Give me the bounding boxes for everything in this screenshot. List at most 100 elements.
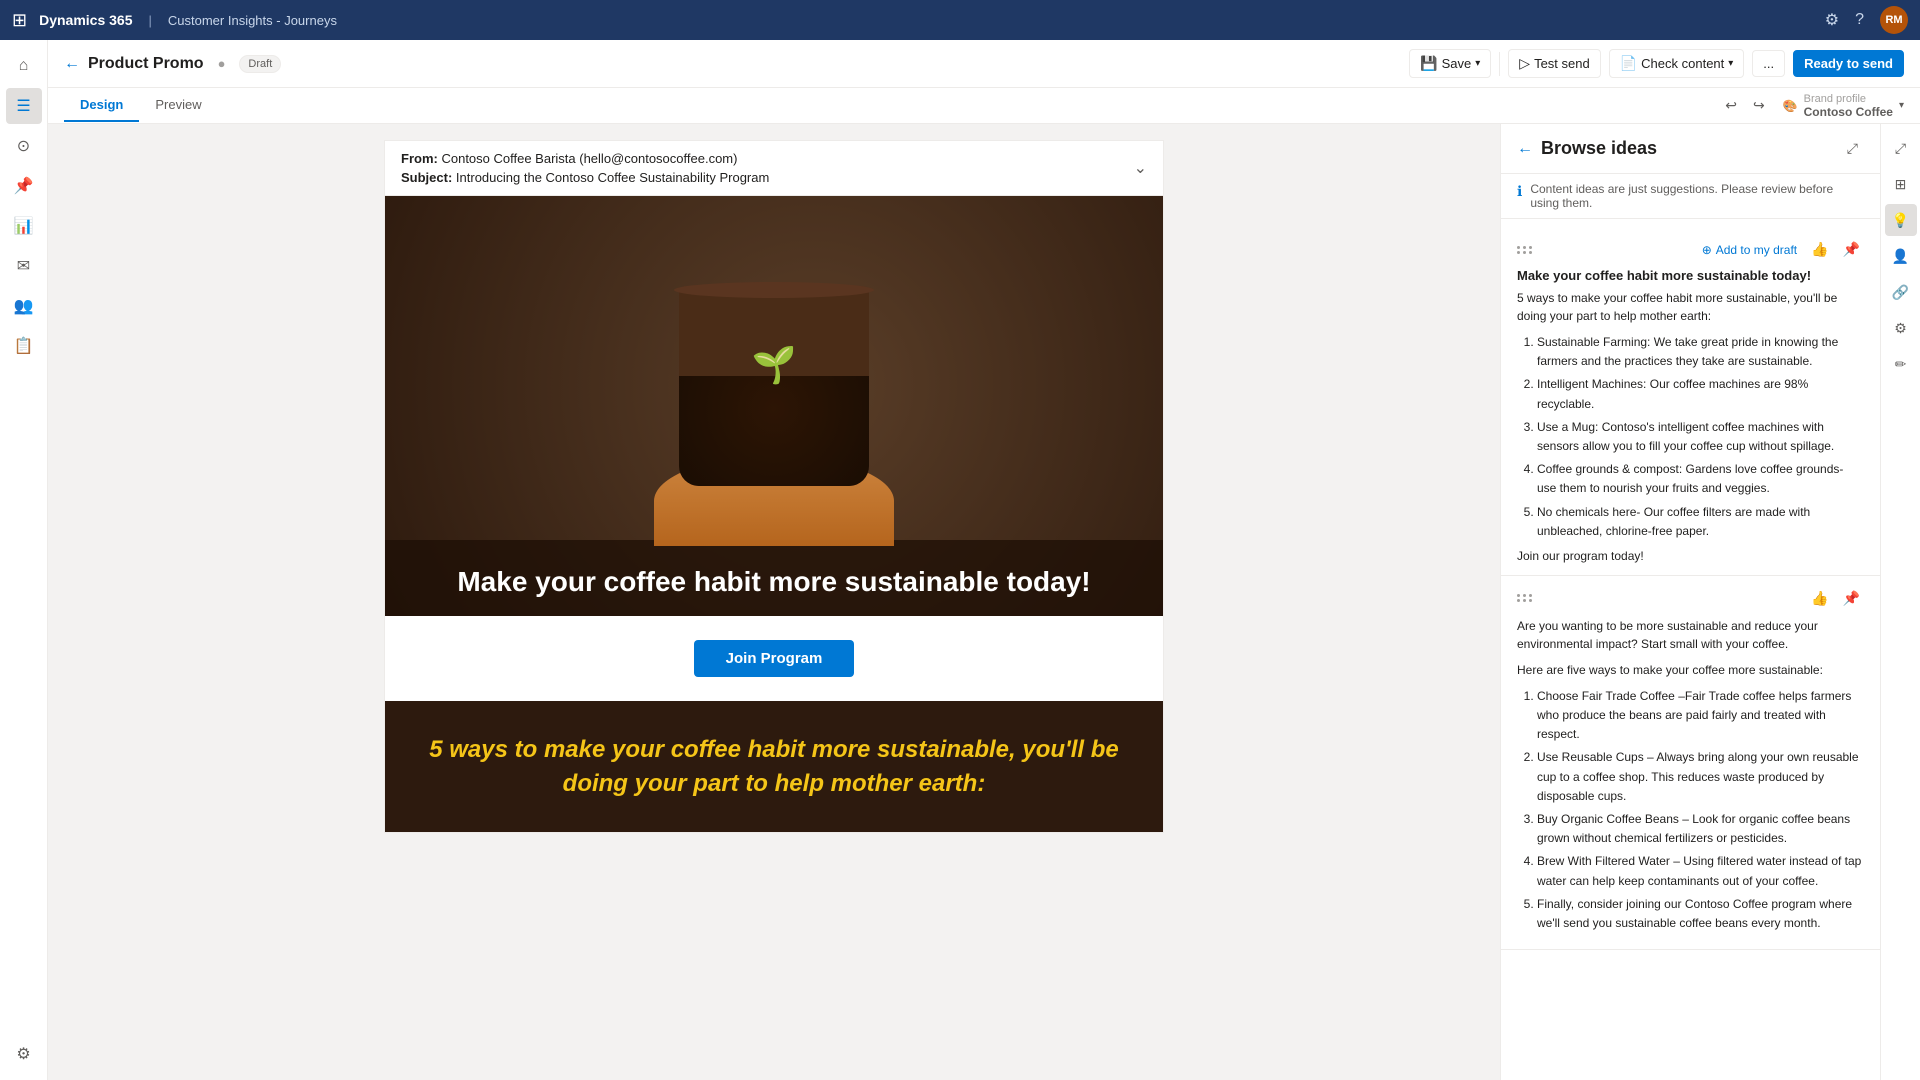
from-field: From: Contoso Coffee Barista (hello@cont…	[401, 151, 769, 166]
tab-preview[interactable]: Preview	[139, 89, 217, 122]
list-item: Buy Organic Coffee Beans – Look for orga…	[1537, 810, 1864, 848]
idea-card-2-subheading: Here are five ways to make your coffee m…	[1517, 661, 1864, 679]
brand-profile[interactable]: 🎨 Brand profile Contoso Coffee ▾	[1783, 93, 1904, 119]
subject-field: Subject: Introducing the Contoso Coffee …	[401, 170, 769, 185]
nav-pin-icon[interactable]: 📌	[6, 168, 42, 204]
sub-toolbar: Design Preview ↩ ↪ 🎨 Brand profile Conto…	[48, 88, 1920, 124]
redo-button[interactable]: ↪	[1747, 93, 1771, 118]
right-panel-ideas-icon[interactable]: 💡	[1885, 204, 1917, 236]
collapse-icon[interactable]: ⌄	[1134, 158, 1147, 178]
secondary-toolbar: ← Product Promo ● Draft 💾 Save ▾ ▷ Test …	[48, 40, 1920, 88]
brand-profile-chevron-icon: ▾	[1899, 100, 1904, 111]
idea-card-2-list: Choose Fair Trade Coffee –Fair Trade cof…	[1517, 687, 1864, 933]
nav-settings-icon[interactable]: ⚙	[6, 1036, 42, 1072]
undo-redo: ↩ ↪	[1719, 93, 1770, 118]
nav-tasks-icon[interactable]: 📋	[6, 328, 42, 364]
dark-section-text: 5 ways to make your coffee habit more su…	[425, 733, 1123, 800]
idea-card-1-list: Sustainable Farming: We take great pride…	[1517, 333, 1864, 541]
test-send-button[interactable]: ▷ Test send	[1508, 49, 1600, 78]
right-panel-settings-icon[interactable]: ⚙	[1885, 312, 1917, 344]
save-icon: 💾	[1420, 55, 1437, 72]
add-to-draft-button-1[interactable]: ⊕ Add to my draft	[1698, 241, 1801, 259]
idea-card-1-outro: Join our program today!	[1517, 549, 1864, 563]
nav-home-icon[interactable]: ⌂	[6, 48, 42, 84]
cup-rim	[674, 282, 874, 298]
email-header: From: Contoso Coffee Barista (hello@cont…	[384, 140, 1164, 195]
nav-analytics-icon[interactable]: 📊	[6, 208, 42, 244]
hero-overlay: Make your coffee habit more sustainable …	[385, 540, 1163, 616]
list-item: Brew With Filtered Water – Using filtere…	[1537, 852, 1864, 890]
content-area: ← Product Promo ● Draft 💾 Save ▾ ▷ Test …	[48, 40, 1920, 1080]
ready-to-send-button[interactable]: Ready to send	[1793, 50, 1904, 77]
coffee-illustration: 🌱	[634, 266, 914, 546]
drag-handle-2[interactable]	[1517, 594, 1533, 602]
back-button[interactable]: ←	[64, 55, 80, 73]
check-content-button[interactable]: 📄 Check content ▾	[1609, 49, 1745, 78]
soil-fill	[679, 376, 869, 486]
settings-icon[interactable]: ⚙	[1825, 10, 1839, 30]
idea-card-1-actions: ⊕ Add to my draft 👍 📌	[1698, 239, 1864, 260]
toolbar-divider	[1499, 52, 1500, 76]
right-panel-edit-icon[interactable]: ✏	[1885, 348, 1917, 380]
top-bar-right: ⚙ ? RM	[1825, 6, 1908, 34]
dislike-button-2[interactable]: 📌	[1839, 588, 1864, 609]
nav-menu-icon[interactable]: ☰	[6, 88, 42, 124]
nav-mail-icon[interactable]: ✉	[6, 248, 42, 284]
save-button[interactable]: 💾 Save ▾	[1409, 49, 1491, 78]
panel-content[interactable]: ⊕ Add to my draft 👍 📌 Make your coffee h…	[1501, 219, 1880, 1080]
check-icon: 📄	[1620, 55, 1637, 72]
help-icon[interactable]: ?	[1855, 11, 1864, 29]
panel-fullscreen-icon[interactable]: ⤢	[1841, 136, 1864, 161]
right-panel-expand-icon[interactable]: ⤢	[1885, 132, 1917, 164]
nav-recent-icon[interactable]: ⊙	[6, 128, 42, 164]
panel-header: ← Browse ideas ⤢	[1501, 124, 1880, 174]
toolbar-right: 💾 Save ▾ ▷ Test send 📄 Check content ▾ .…	[1409, 49, 1904, 78]
separator: |	[149, 13, 152, 28]
email-dark-section: 5 ways to make your coffee habit more su…	[385, 701, 1163, 832]
left-nav: ⌂ ☰ ⊙ 📌 📊 ✉ 👥 📋 ⚙	[0, 40, 48, 1080]
list-item: Use Reusable Cups – Always bring along y…	[1537, 748, 1864, 806]
app-module: Customer Insights - Journeys	[168, 13, 337, 28]
join-program-button[interactable]: Join Program	[694, 640, 855, 677]
panel-title: Browse ideas	[1541, 138, 1657, 159]
idea-card-2: 👍 📌 Are you wanting to be more sustainab…	[1501, 576, 1880, 950]
email-hero: 🌱 Make your coffee habit more sustainabl…	[385, 196, 1163, 616]
hero-text: Make your coffee habit more sustainable …	[425, 564, 1123, 600]
editor-panel-area: From: Contoso Coffee Barista (hello@cont…	[48, 124, 1920, 1080]
list-item: Sustainable Farming: We take great pride…	[1537, 333, 1864, 371]
right-panel-users-icon[interactable]: 👤	[1885, 240, 1917, 272]
nav-people-icon[interactable]: 👥	[6, 288, 42, 324]
idea-card-1-headline: Make your coffee habit more sustainable …	[1517, 268, 1864, 283]
top-bar: ⊞ Dynamics 365 | Customer Insights - Jou…	[0, 0, 1920, 40]
panel-back-button[interactable]: ←	[1517, 140, 1533, 158]
toolbar-extras: ↩ ↪ 🎨 Brand profile Contoso Coffee ▾	[1719, 93, 1904, 119]
right-panel-link-icon[interactable]: 🔗	[1885, 276, 1917, 308]
right-panel-blocks-icon[interactable]: ⊞	[1885, 168, 1917, 200]
drag-handle-1[interactable]	[1517, 246, 1533, 254]
more-options-button[interactable]: ...	[1752, 50, 1785, 77]
like-button-1[interactable]: 👍	[1807, 239, 1832, 260]
idea-card-2-intro: Are you wanting to be more sustainable a…	[1517, 617, 1864, 653]
app-logo: Dynamics 365	[39, 12, 132, 28]
like-button-2[interactable]: 👍	[1807, 588, 1832, 609]
status-dot: ●	[218, 56, 226, 71]
dislike-button-1[interactable]: 📌	[1839, 239, 1864, 260]
brand-profile-icon: 🎨	[1783, 99, 1798, 113]
user-avatar[interactable]: RM	[1880, 6, 1908, 34]
waffle-icon[interactable]: ⊞	[12, 10, 27, 31]
main-layout: ⌂ ☰ ⊙ 📌 📊 ✉ 👥 📋 ⚙ ← Product Promo ● Draf…	[0, 40, 1920, 1080]
email-editor[interactable]: From: Contoso Coffee Barista (hello@cont…	[48, 124, 1500, 1080]
idea-card-1: ⊕ Add to my draft 👍 📌 Make your coffee h…	[1501, 227, 1880, 576]
email-canvas: 🌱 Make your coffee habit more sustainabl…	[384, 195, 1164, 833]
email-header-info: From: Contoso Coffee Barista (hello@cont…	[401, 151, 769, 185]
page-title: Product Promo	[88, 55, 204, 73]
undo-button[interactable]: ↩	[1719, 93, 1743, 118]
list-item: No chemicals here- Our coffee filters ar…	[1537, 503, 1864, 541]
info-icon: ℹ	[1517, 183, 1522, 200]
plant-emoji: 🌱	[752, 344, 797, 386]
cup-body: 🌱	[679, 286, 869, 486]
add-icon: ⊕	[1702, 243, 1712, 257]
tabs: Design Preview	[64, 89, 218, 122]
list-item: Use a Mug: Contoso's intelligent coffee …	[1537, 418, 1864, 456]
tab-design[interactable]: Design	[64, 89, 139, 122]
